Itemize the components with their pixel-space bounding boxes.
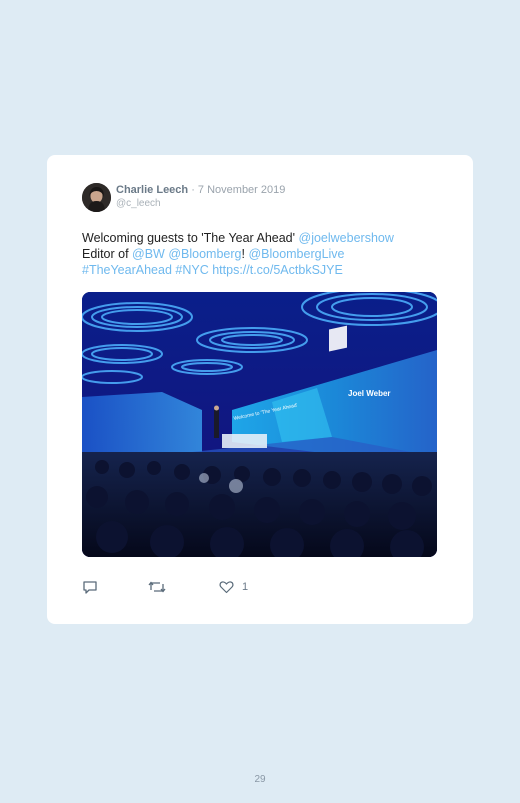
author-handle[interactable]: @c_leech xyxy=(116,198,161,209)
tweet-text: Welcoming guests to 'The Year Ahead' @jo… xyxy=(82,230,452,278)
hashtag-nyc[interactable]: #NYC xyxy=(175,263,208,277)
mention-bloomberg[interactable]: @Bloomberg xyxy=(168,247,241,261)
reply-icon xyxy=(83,581,97,594)
event-stage-photo: Joel Weber Welcome to 'The Year Ahead' 2… xyxy=(82,292,437,557)
like-count: 1 xyxy=(242,581,249,593)
tweet-text-part: Editor of xyxy=(82,247,133,261)
mention-bloomberglive[interactable]: @BloombergLive xyxy=(248,247,344,261)
mention-joelwebershow[interactable]: @joelwebershow xyxy=(299,231,394,245)
avatar[interactable] xyxy=(82,183,111,212)
tweet-card: Charlie Leech · 7 November 2019 @c_leech… xyxy=(47,155,473,624)
tweet-url[interactable]: https://t.co/5ActbkSJYE xyxy=(212,263,343,277)
screen-speaker-name: Joel Weber xyxy=(348,389,391,398)
like-button[interactable]: 1 xyxy=(219,579,248,595)
retweet-icon xyxy=(148,581,166,593)
reply-button[interactable] xyxy=(82,579,98,595)
tweet-date[interactable]: 7 November 2019 xyxy=(198,184,285,196)
hashtag-theyearahead[interactable]: #TheYearAhead xyxy=(82,263,172,277)
heart-icon xyxy=(219,581,234,594)
separator: · xyxy=(188,184,198,196)
tweet-text-part: Welcoming guests to 'The Year Ahead' xyxy=(82,231,299,245)
retweet-button[interactable] xyxy=(148,579,166,595)
tweet-photo[interactable]: Joel Weber Welcome to 'The Year Ahead' 2… xyxy=(82,292,437,557)
author-name[interactable]: Charlie Leech xyxy=(116,184,188,196)
page-number: 29 xyxy=(254,774,266,785)
mention-bw[interactable]: @BW xyxy=(132,247,165,261)
author-line: Charlie Leech · 7 November 2019 xyxy=(116,184,285,196)
